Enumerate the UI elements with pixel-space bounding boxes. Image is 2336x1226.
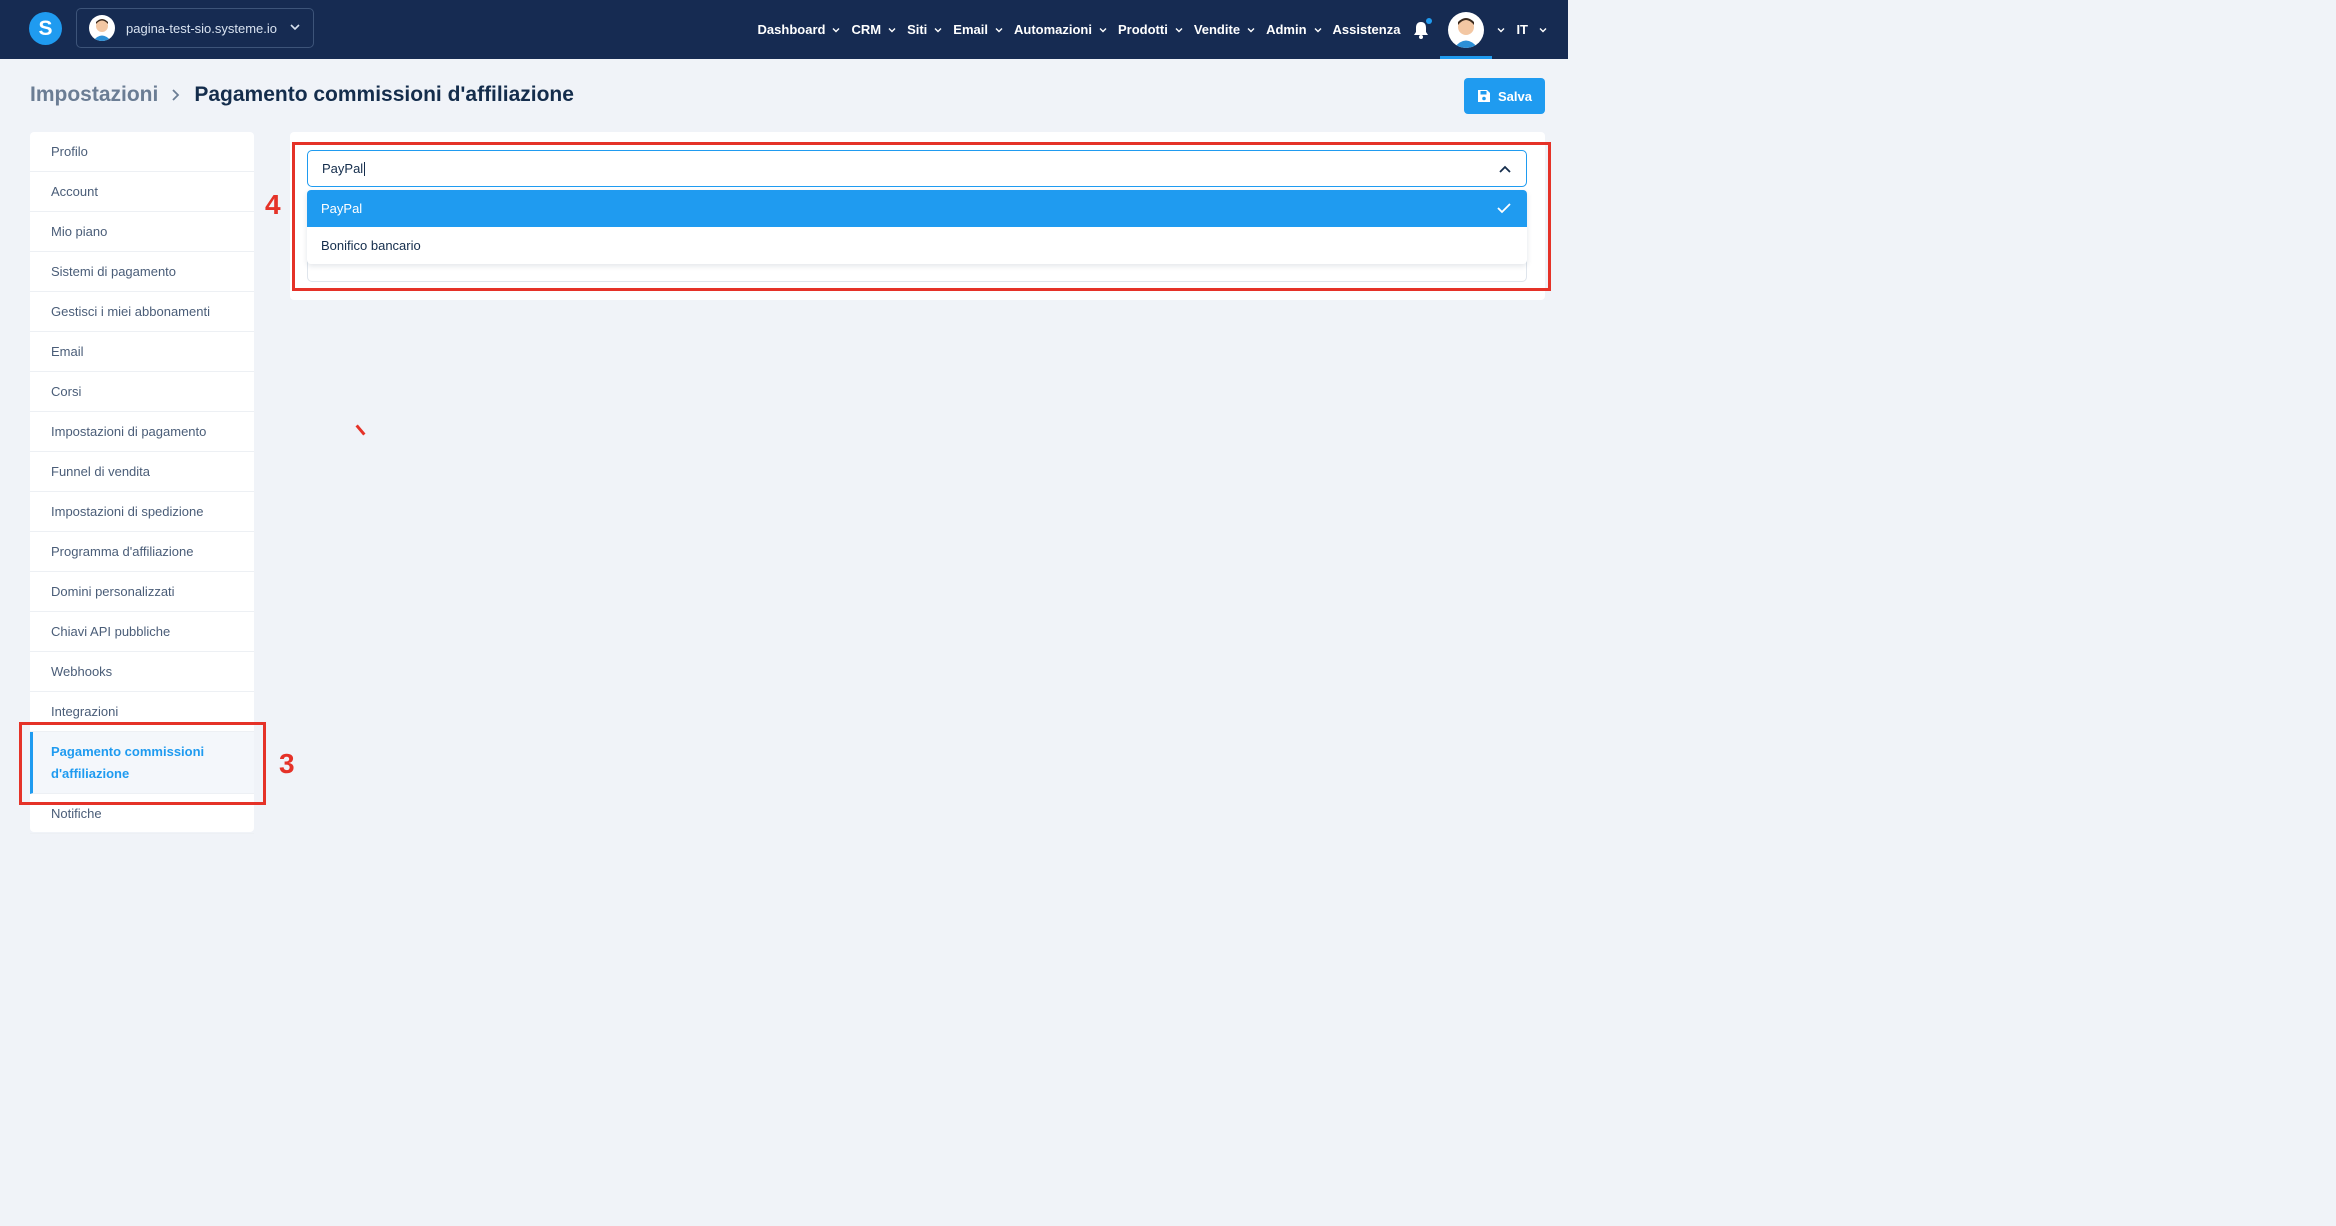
systeme-logo[interactable]: S <box>29 12 62 45</box>
nav-crm[interactable]: CRM <box>851 22 897 37</box>
sidebar-item-funnel-di-vendita[interactable]: Funnel di vendita <box>30 452 254 492</box>
active-underline <box>1440 56 1493 59</box>
nav-prodotti[interactable]: Prodotti <box>1118 22 1184 37</box>
breadcrumb-parent[interactable]: Impostazioni <box>30 83 158 107</box>
annotation-box-dropdown <box>292 142 1551 291</box>
sidebar-item-gestisci-abbonamenti[interactable]: Gestisci i miei abbonamenti <box>30 292 254 332</box>
annotation-step-4: 4 <box>265 189 281 220</box>
sidebar-item-profilo[interactable]: Profilo <box>30 132 254 172</box>
nav-dashboard[interactable]: Dashboard <box>758 22 842 37</box>
chevron-down-icon <box>1099 27 1107 32</box>
nav-label: CRM <box>851 22 882 37</box>
page-title: Pagamento commissioni d'affiliazione <box>194 83 574 106</box>
nav-automazioni[interactable]: Automazioni <box>1014 22 1108 37</box>
sidebar-item-email[interactable]: Email <box>30 332 254 372</box>
save-label: Salva <box>1498 88 1532 104</box>
language-selector[interactable]: IT <box>1516 22 1548 37</box>
annotation-box-sidebar <box>19 722 266 805</box>
annotation-tick-mark <box>355 424 366 436</box>
nav-label: Vendite <box>1193 22 1241 37</box>
notification-dot <box>1426 17 1433 24</box>
sidebar-item-impostazioni-spedizione[interactable]: Impostazioni di spedizione <box>30 492 254 532</box>
sidebar-item-corsi[interactable]: Corsi <box>30 372 254 412</box>
chevron-down-icon <box>290 24 300 31</box>
sidebar-item-domini-personalizzati[interactable]: Domini personalizzati <box>30 572 254 612</box>
logo-letter: S <box>38 16 53 40</box>
chevron-down-icon <box>1247 27 1255 32</box>
nav-siti[interactable]: Siti <box>907 22 943 37</box>
chevron-down-icon <box>1314 27 1322 32</box>
language-code: IT <box>1516 22 1528 37</box>
sidebar-item-webhooks[interactable]: Webhooks <box>30 652 254 692</box>
nav-admin[interactable]: Admin <box>1266 22 1322 37</box>
breadcrumb: Impostazioni Pagamento commissioni d'aff… <box>30 83 574 107</box>
user-avatar-icon <box>1448 11 1485 48</box>
sidebar-item-chiavi-api[interactable]: Chiavi API pubbliche <box>30 612 254 652</box>
chevron-down-icon[interactable] <box>1496 25 1506 35</box>
nav-label: Dashboard <box>757 22 826 37</box>
main-menu: Dashboard CRM Siti Email Automazioni Pro… <box>758 0 1568 59</box>
chevron-down-icon <box>995 27 1003 32</box>
annotation-step-3: 3 <box>279 748 295 779</box>
sidebar-item-mio-piano[interactable]: Mio piano <box>30 212 254 252</box>
sidebar-item-sistemi-di-pagamento[interactable]: Sistemi di pagamento <box>30 252 254 292</box>
chevron-down-icon <box>1539 27 1547 32</box>
save-button[interactable]: Salva <box>1464 78 1545 114</box>
chevron-down-icon <box>934 27 942 32</box>
chevron-down-icon <box>832 27 840 32</box>
nav-label: Automazioni <box>1013 22 1092 37</box>
workspace-avatar-icon <box>89 15 115 41</box>
nav-label: Siti <box>907 22 928 37</box>
top-navbar: S pagina-test-sio.systeme.io Dashboard C… <box>0 0 1568 59</box>
nav-vendite[interactable]: Vendite <box>1194 22 1256 37</box>
workspace-name: pagina-test-sio.systeme.io <box>126 20 278 36</box>
nav-label: Prodotti <box>1117 22 1168 37</box>
notification-bell-icon[interactable] <box>1412 17 1433 40</box>
floppy-disk-icon <box>1478 90 1490 102</box>
chevron-down-icon <box>888 27 896 32</box>
chevron-down-icon <box>1175 27 1183 32</box>
nav-label: Admin <box>1266 22 1307 37</box>
sidebar-item-account[interactable]: Account <box>30 172 254 212</box>
chevron-right-icon <box>170 88 182 102</box>
sidebar-item-programma-affiliazione[interactable]: Programma d'affiliazione <box>30 532 254 572</box>
nav-label: Email <box>953 22 988 37</box>
nav-assistenza[interactable]: Assistenza <box>1333 22 1401 37</box>
nav-email[interactable]: Email <box>953 22 1004 37</box>
user-avatar[interactable] <box>1440 0 1493 59</box>
sidebar-item-impostazioni-pagamento[interactable]: Impostazioni di pagamento <box>30 412 254 452</box>
workspace-switcher[interactable]: pagina-test-sio.systeme.io <box>76 8 314 48</box>
